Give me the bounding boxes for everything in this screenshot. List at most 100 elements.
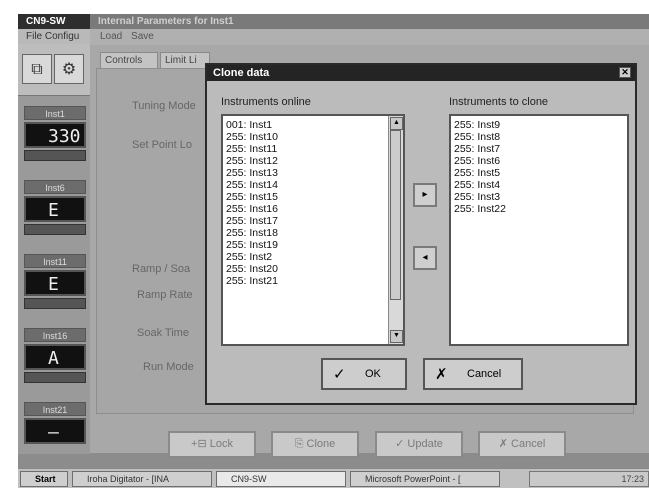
scroll-down-icon[interactable]: ▼ xyxy=(390,330,403,343)
list-item[interactable]: 255: Inst11 xyxy=(223,143,403,155)
taskbar-item[interactable]: Microsoft PowerPoint - [ xyxy=(350,471,500,487)
instrument-display: E xyxy=(24,196,86,222)
move-left-button[interactable]: ◂ xyxy=(413,246,437,270)
list-item[interactable]: 255: Inst17 xyxy=(223,215,403,227)
start-button[interactable]: Start xyxy=(20,471,68,487)
online-scrollbar[interactable]: ▲ ▼ xyxy=(388,116,403,344)
list-item[interactable]: 255: Inst15 xyxy=(223,191,403,203)
move-right-button[interactable]: ▸ xyxy=(413,183,437,207)
instrument-name: Inst16 xyxy=(24,328,86,342)
instrument-tile[interactable]: Inst6 E xyxy=(24,180,86,244)
instrument-controls[interactable] xyxy=(24,298,86,309)
ok-button[interactable]: ✓ OK xyxy=(321,358,407,390)
clone-icon: ⎘ xyxy=(294,438,307,450)
instrument-tile[interactable]: Inst1 330 xyxy=(24,106,86,170)
taskbar-item-label: Microsoft PowerPoint - [ xyxy=(365,474,461,484)
instrument-tile[interactable]: Inst11 E xyxy=(24,254,86,318)
clone-listbox[interactable]: 255: Inst9 255: Inst8 255: Inst7 255: Inst6… xyxy=(449,114,629,346)
instrument-panel-list: Inst1 330 Inst6 E Inst11 E Inst16 A Inst… xyxy=(18,96,90,454)
ramp-soak-label: Ramp / Soa xyxy=(132,263,191,275)
list-item[interactable]: 255: Inst4 xyxy=(451,179,627,191)
list-item[interactable]: 255: Inst2 xyxy=(223,251,403,263)
set-point-label: Set Point Lo xyxy=(132,139,192,151)
ip-menu-bar[interactable]: Load Save xyxy=(90,29,649,45)
online-list-label: Instruments online xyxy=(221,96,311,108)
app-menu-text[interactable]: File Configu xyxy=(26,31,79,42)
instrument-name: Inst6 xyxy=(24,180,86,194)
tab-controls[interactable]: Controls xyxy=(100,52,158,68)
list-item[interactable]: 255: Inst14 xyxy=(223,179,403,191)
clone-button[interactable]: ⎘ Clone xyxy=(271,431,359,458)
update-button[interactable]: ✓ Update xyxy=(375,431,463,458)
tab-limit[interactable]: Limit Li xyxy=(160,52,210,68)
clone-button-label: Clone xyxy=(306,438,336,450)
taskbar-item-label: CN9-SW xyxy=(231,474,267,484)
check-icon: ✓ xyxy=(395,438,408,450)
dialog-title: Clone data xyxy=(213,67,270,79)
cross-icon: ✗ xyxy=(435,365,448,383)
list-item[interactable]: 255: Inst19 xyxy=(223,239,403,251)
instrument-display: — xyxy=(24,418,86,444)
cancel-button[interactable]: ✗ Cancel xyxy=(423,358,523,390)
clone-items: 255: Inst9 255: Inst8 255: Inst7 255: Inst6… xyxy=(451,116,627,215)
arrow-right-icon: ▸ xyxy=(422,189,428,200)
clone-data-dialog: Clone data ✕ Instruments online Instrume… xyxy=(205,63,637,405)
list-item[interactable]: 255: Inst9 xyxy=(451,119,627,131)
ip-cancel-button[interactable]: ✗ Cancel xyxy=(478,431,566,458)
soak-time-label: Soak Time xyxy=(137,327,189,339)
ramp-rate-label: Ramp Rate xyxy=(137,289,193,301)
instrument-controls[interactable] xyxy=(24,150,86,161)
list-item[interactable]: 255: Inst8 xyxy=(451,131,627,143)
list-item[interactable]: 255: Inst22 xyxy=(451,203,627,215)
run-mode-label: Run Mode xyxy=(143,361,194,373)
dialog-title-bar: Clone data ✕ xyxy=(207,65,635,81)
taskbar: Start Iroha Digitator - [INA CN9-SW Micr… xyxy=(18,468,649,488)
taskbar-item-label: Iroha Digitator - [INA xyxy=(87,474,170,484)
instrument-controls[interactable] xyxy=(24,224,86,235)
ip-menu-text[interactable]: Load Save xyxy=(100,31,154,42)
list-item[interactable]: 255: Inst21 xyxy=(223,275,403,287)
instrument-name: Inst11 xyxy=(24,254,86,268)
list-item[interactable]: 255: Inst7 xyxy=(451,143,627,155)
taskbar-item[interactable]: Iroha Digitator - [INA xyxy=(72,471,212,487)
arrow-left-icon: ◂ xyxy=(422,252,428,263)
instrument-controls[interactable] xyxy=(24,372,86,383)
ip-window-title: Internal Parameters for Inst1 xyxy=(98,16,234,27)
ip-tab-strip: Controls Limit Li xyxy=(100,52,220,68)
ip-cancel-button-label: Cancel xyxy=(511,438,546,450)
scroll-thumb[interactable] xyxy=(390,130,401,300)
ok-button-label: OK xyxy=(365,368,381,380)
list-item[interactable]: 255: Inst6 xyxy=(451,155,627,167)
instrument-name: Inst1 xyxy=(24,106,86,120)
list-item[interactable]: 255: Inst3 xyxy=(451,191,627,203)
app-title-bar: CN9-SW xyxy=(18,14,90,29)
clone-list-label: Instruments to clone xyxy=(449,96,549,108)
list-item[interactable]: 255: Inst18 xyxy=(223,227,403,239)
instrument-display: 330 xyxy=(24,122,86,148)
ip-window-title-bar: Internal Parameters for Inst1 xyxy=(90,14,649,29)
close-icon[interactable]: ✕ xyxy=(619,67,631,78)
system-tray: 17:23 xyxy=(529,471,649,487)
lock-button[interactable]: +⊟ Lock xyxy=(168,431,256,458)
app-menu-bar[interactable]: File Configu xyxy=(18,29,90,44)
list-item[interactable]: 255: Inst12 xyxy=(223,155,403,167)
instrument-display: E xyxy=(24,270,86,296)
list-item[interactable]: 255: Inst20 xyxy=(223,263,403,275)
tools-icon[interactable]: ⚙ xyxy=(54,54,84,84)
list-item[interactable]: 001: Inst1 xyxy=(223,119,403,131)
instrument-display: A xyxy=(24,344,86,370)
scroll-up-icon[interactable]: ▲ xyxy=(390,117,403,130)
app-toolbar: ⧉ ⚙ xyxy=(18,44,90,96)
start-label: Start xyxy=(35,474,56,484)
network-icon[interactable]: ⧉ xyxy=(22,54,52,84)
app-title: CN9-SW xyxy=(26,16,66,27)
list-item[interactable]: 255: Inst10 xyxy=(223,131,403,143)
taskbar-item[interactable]: CN9-SW xyxy=(216,471,346,487)
tuning-mode-label: Tuning Mode xyxy=(132,100,196,112)
instrument-tile[interactable]: Inst16 A xyxy=(24,328,86,392)
list-item[interactable]: 255: Inst5 xyxy=(451,167,627,179)
online-listbox[interactable]: 001: Inst1 255: Inst10 255: Inst11 255: Ins… xyxy=(221,114,405,346)
instrument-tile[interactable]: Inst21 — xyxy=(24,402,86,466)
list-item[interactable]: 255: Inst13 xyxy=(223,167,403,179)
list-item[interactable]: 255: Inst16 xyxy=(223,203,403,215)
